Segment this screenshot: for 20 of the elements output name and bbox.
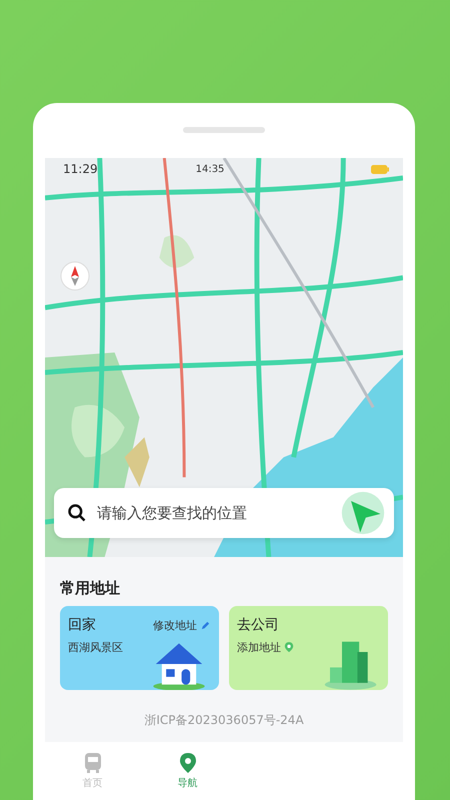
status-clock: 14:35 (196, 164, 224, 174)
address-card[interactable]: 去公司 添加地址 (229, 606, 388, 690)
tab[interactable]: 导航 (140, 742, 235, 800)
address-subtitle: 添加地址 (237, 640, 281, 655)
pin-icon (284, 642, 294, 654)
edit-address-link[interactable]: 修改地址 (153, 618, 197, 632)
search-field[interactable]: 请输入您要查找的位置 (54, 488, 394, 538)
address-title: 回家 (68, 616, 97, 634)
address-card[interactable]: 回家 修改地址 西湖风景区 (60, 606, 219, 690)
compass-icon[interactable] (60, 261, 90, 291)
status-time: 11:29 (63, 162, 98, 176)
search-icon (67, 503, 87, 523)
pin-icon (178, 752, 198, 774)
address-subtitle: 西湖风景区 (68, 640, 123, 655)
pencil-icon (200, 620, 211, 630)
search-input[interactable]: 请输入您要查找的位置 (95, 503, 340, 523)
bus-icon (82, 752, 102, 774)
icp-record: 浙ICP备2023036057号-24A (143, 712, 305, 729)
section-title: 常用地址 (60, 579, 121, 598)
address-title: 去公司 (237, 616, 280, 634)
